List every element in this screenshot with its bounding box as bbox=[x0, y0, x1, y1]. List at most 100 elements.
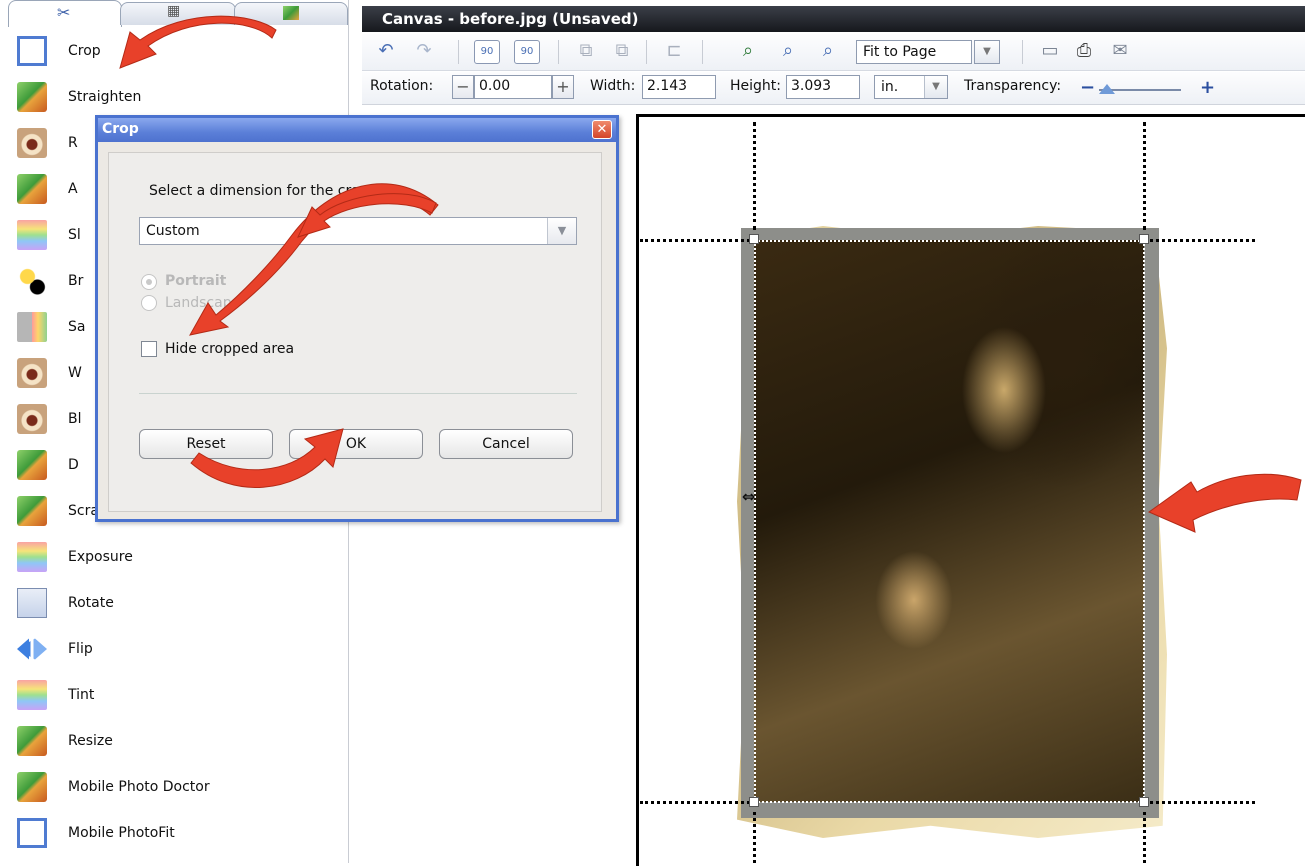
height-input[interactable]: 3.093 bbox=[786, 75, 860, 99]
guide-line bbox=[1143, 812, 1146, 863]
email-icon[interactable]: ✉ bbox=[1108, 40, 1132, 62]
dialog-divider bbox=[139, 393, 577, 394]
zoom-select[interactable]: Fit to Page bbox=[856, 40, 972, 64]
crop-icon bbox=[17, 818, 47, 848]
zoom-in-icon[interactable]: ⌕ bbox=[776, 40, 800, 62]
crop-handle-bottom-right[interactable] bbox=[1139, 797, 1149, 807]
transparency-decrease-icon[interactable]: − bbox=[1080, 77, 1095, 98]
tool-label: Br bbox=[68, 273, 84, 289]
rotate-left-label: 90 bbox=[480, 46, 494, 57]
guide-line bbox=[640, 801, 755, 804]
chevron-down-icon: ▼ bbox=[975, 41, 999, 63]
save-icon[interactable]: ▭ bbox=[1038, 40, 1062, 62]
tool-label: Exposure bbox=[68, 549, 133, 565]
guide-line bbox=[1143, 122, 1146, 230]
bring-forward-icon[interactable]: ⧉ bbox=[574, 40, 598, 62]
crop-boundary bbox=[755, 240, 1144, 242]
crop-handle-bottom-left[interactable] bbox=[749, 797, 759, 807]
landscape-radio[interactable] bbox=[141, 295, 157, 311]
cancel-button[interactable]: Cancel bbox=[439, 429, 573, 459]
rainbow-icon bbox=[17, 680, 47, 710]
guide-line bbox=[753, 812, 756, 863]
rainbow-icon bbox=[17, 542, 47, 572]
tool-label: Bl bbox=[68, 411, 82, 427]
toolbar-separator bbox=[646, 40, 647, 64]
print-icon[interactable]: ⎙ bbox=[1072, 40, 1096, 62]
tool-exposure[interactable]: Exposure bbox=[0, 538, 348, 576]
undo-icon[interactable]: ↶ bbox=[374, 40, 398, 62]
crop-handle-top-left[interactable] bbox=[749, 234, 759, 244]
rotate-left-icon[interactable]: 90 bbox=[474, 40, 500, 64]
dialog-title-bar[interactable]: Crop ✕ bbox=[98, 118, 616, 142]
rotation-decrease-button[interactable]: − bbox=[452, 75, 474, 99]
brightness-icon bbox=[17, 266, 47, 296]
tool-label: Crop bbox=[68, 43, 101, 59]
unit-select[interactable]: in. ▼ bbox=[874, 75, 948, 99]
toolbar-separator bbox=[558, 40, 559, 64]
resize-cursor-icon: ⇔ bbox=[742, 487, 756, 506]
photo-icon bbox=[17, 450, 47, 480]
tool-label: Mobile PhotoFit bbox=[68, 825, 175, 841]
align-icon[interactable]: ⊏ bbox=[662, 40, 686, 62]
tool-label: A bbox=[68, 181, 78, 197]
send-backward-icon[interactable]: ⧉ bbox=[610, 40, 634, 62]
transparency-label: Transparency: bbox=[964, 78, 1062, 94]
guide-line bbox=[1145, 801, 1255, 804]
tool-label: Rotate bbox=[68, 595, 114, 611]
tool-flip[interactable]: Flip bbox=[0, 630, 348, 668]
dialog-title: Crop bbox=[102, 121, 139, 137]
eye-icon bbox=[17, 358, 47, 388]
tool-resize[interactable]: Resize bbox=[0, 722, 348, 760]
guide-line bbox=[753, 122, 756, 230]
zoom-out-icon[interactable]: ⌕ bbox=[816, 40, 840, 62]
tool-label: R bbox=[68, 135, 78, 151]
crop-boundary bbox=[754, 240, 756, 802]
tool-label: Flip bbox=[68, 641, 93, 657]
tool-rotate[interactable]: Rotate bbox=[0, 584, 348, 622]
annotation-arrow-checkbox bbox=[189, 183, 439, 336]
tool-label: Tint bbox=[68, 687, 95, 703]
rotation-label: Rotation: bbox=[370, 78, 434, 94]
guide-line bbox=[640, 239, 755, 242]
rainbow-icon bbox=[17, 220, 47, 250]
crop-boundary bbox=[755, 801, 1144, 803]
photo-icon bbox=[17, 772, 47, 802]
rotation-increase-button[interactable]: + bbox=[552, 75, 574, 99]
zoom-fit-icon[interactable]: ⌕ bbox=[736, 40, 760, 62]
edit-tools-icon: ✂ bbox=[57, 3, 71, 22]
crop-handle-top-right[interactable] bbox=[1139, 234, 1149, 244]
chevron-down-icon: ▼ bbox=[547, 218, 576, 244]
annotation-arrow-crop bbox=[119, 15, 277, 69]
tool-mobile-photo-doctor[interactable]: Mobile Photo Doctor bbox=[0, 768, 348, 806]
transparency-slider-thumb[interactable] bbox=[1099, 84, 1116, 94]
portrait-radio[interactable] bbox=[141, 274, 157, 290]
hide-cropped-label: Hide cropped area bbox=[165, 341, 295, 357]
rotate-icon bbox=[17, 588, 47, 618]
width-input[interactable]: 2.143 bbox=[642, 75, 716, 99]
hide-cropped-checkbox[interactable] bbox=[141, 341, 157, 357]
annotation-arrow-ok bbox=[190, 428, 344, 488]
rotate-right-icon[interactable]: 90 bbox=[514, 40, 540, 64]
tool-mobile-photofit[interactable]: Mobile PhotoFit bbox=[0, 814, 348, 852]
close-icon[interactable]: ✕ bbox=[592, 120, 612, 139]
tool-label: Straighten bbox=[68, 89, 142, 105]
tool-tint[interactable]: Tint bbox=[0, 676, 348, 714]
tool-label: Sl bbox=[68, 227, 81, 243]
toolbar-separator bbox=[458, 40, 459, 64]
flip-icon bbox=[17, 638, 47, 660]
unit-select-value: in. bbox=[881, 79, 899, 95]
red-eye-icon bbox=[17, 128, 47, 158]
redo-icon[interactable]: ↷ bbox=[412, 40, 436, 62]
width-label: Width: bbox=[590, 78, 636, 94]
tool-label: W bbox=[68, 365, 82, 381]
photo-icon bbox=[17, 496, 47, 526]
zoom-dropdown-button[interactable]: ▼ bbox=[974, 40, 1000, 64]
tool-label: Resize bbox=[68, 733, 113, 749]
canvas-title: Canvas - before.jpg (Unsaved) bbox=[382, 10, 639, 28]
straighten-icon bbox=[17, 82, 47, 112]
photo-image[interactable] bbox=[754, 240, 1144, 802]
tool-straighten[interactable]: Straighten bbox=[0, 78, 348, 116]
rotation-input[interactable]: 0.00 bbox=[474, 75, 552, 99]
transparency-increase-icon[interactable]: + bbox=[1200, 77, 1215, 98]
resize-icon bbox=[17, 726, 47, 756]
